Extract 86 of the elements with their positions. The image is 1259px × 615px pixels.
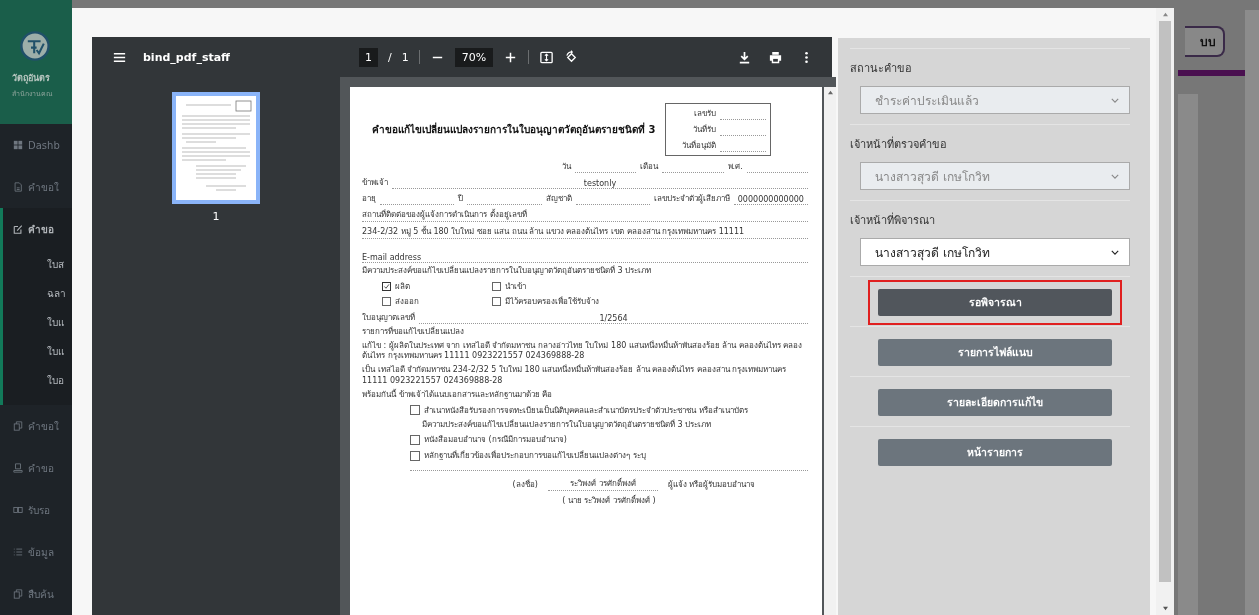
sidebar-item[interactable]: ข้อมูล (0, 531, 72, 573)
grid-icon (13, 140, 23, 150)
form-text: มีความประสงค์ขอแก้ไขเปลี่ยนแปลงรายการในใบอนุญาตวัตถุอันตรายชนิดที่ 3 ประเภท (422, 419, 712, 431)
form-text: มีความประสงค์ขอแก้ไขเปลี่ยนแปลงรายการในใบอนุญาตวัตถุอันตรายชนิดที่ 3 ประเภท (362, 266, 652, 277)
checkbox-label: หนังสือมอบอำนาจ (กรณีมีการมอบอำนาจ) (424, 434, 567, 447)
scrollbar[interactable] (1156, 8, 1174, 615)
fit-page-icon[interactable] (539, 49, 555, 65)
file-name: bind_pdf_staff (143, 50, 232, 64)
scrollbar[interactable] (824, 87, 836, 615)
page-count: 1 (401, 50, 409, 64)
sidebar-item[interactable]: คำขอใ (0, 405, 72, 447)
action-button[interactable]: รอพิจารณา (878, 289, 1112, 316)
checkbox-label: ส่งออก (395, 295, 419, 308)
form-label: ใบอนุญาตเลขที่ (362, 311, 415, 324)
action-button[interactable]: รายการไฟล์แนบ (878, 339, 1112, 366)
field-label: สถานะคำขอ (850, 61, 913, 77)
document-title: คำขอแก้ไขเปลี่ยนแปลงรายการในใบอนุญาตวัตถุอันตรายชนิดที่ 3 (372, 122, 656, 137)
action-button[interactable]: รายละเอียดการแก้ไข (878, 389, 1112, 416)
thumbnail-page-number: 1 (212, 210, 220, 223)
form-label: อายุ (362, 193, 376, 205)
receipt-label: วันที่อนุมัติ (681, 139, 717, 152)
form-label: พ.ศ. (727, 161, 743, 173)
checkbox-label: นำเข้า (505, 280, 526, 293)
scroll-up-icon[interactable] (826, 90, 834, 95)
form-label: ข้าพเจ้า (362, 177, 388, 189)
form-value: testonly (583, 179, 617, 188)
sidebar-subitem[interactable]: ใบแ (3, 308, 72, 337)
sidebar-item[interactable]: คำขอ (3, 208, 72, 250)
brand-title: วัตถุอันตร (12, 72, 51, 85)
form-text: 234-2/32 หมู่ 5 ชั้น 180 ใบใหม่ ซอย แสน ถนน ล้าน แขวง คลองต้นไทร เขต คลองสาน กรุงเทพมหานคร 11111 (362, 225, 745, 238)
download-icon[interactable] (737, 49, 752, 65)
page-separator: / (388, 50, 392, 64)
form-value: 0000000000000 (737, 195, 804, 204)
form-label: ปี (458, 193, 464, 205)
form-label: เลขประจำตัวผู้เสียภาษี (653, 193, 730, 205)
sidebar-item[interactable]: คำขอ (0, 447, 72, 489)
form-label: เดือน (640, 161, 659, 173)
sidebar-item[interactable]: สืบค้น (0, 573, 72, 615)
form-text: E-mail address (362, 253, 422, 262)
copy-icon (13, 589, 23, 599)
scroll-down-icon[interactable] (1161, 606, 1169, 611)
signer-name: ระวิพงศ์ วรศักดิ์พงศ์ (570, 477, 636, 491)
copy-icon (13, 421, 23, 431)
action-button[interactable]: หน้ารายการ (878, 439, 1112, 466)
checkbox-label: ผลิต (395, 280, 410, 293)
page-number-field[interactable]: 1 (359, 47, 378, 67)
checkbox-label: หลักฐานที่เกี่ยวข้องเพื่อประกอบการขอแก้ไขเปลี่ยนแปลงต่างๆ ระบุ (424, 449, 646, 463)
field-label: เจ้าหน้าที่ตรวจคำขอ (850, 135, 948, 153)
zoom-field[interactable]: 70% (454, 47, 494, 67)
chevron-down-icon (1111, 249, 1119, 255)
form-text: สถานที่ติดต่อของผู้แจ้งการดำเนินการ ตั้งอยู่เลขที่ (362, 208, 527, 221)
list-icon (13, 547, 23, 557)
sidebar-item[interactable]: รับรอ (0, 489, 72, 531)
signer-role: ผู้แจ้ง หรือผู้รับมอบอำนาจ (667, 479, 756, 492)
signature-label: (ลงชื่อ) (512, 478, 538, 492)
form-value: 1/2564 (599, 313, 628, 323)
select-field[interactable]: นางสาวสุวดี เกษโกวิท (860, 238, 1130, 266)
edit-icon (13, 224, 23, 234)
form-text: แก้ไข : ผู้ผลิตในประเทศ จาก เทสไอดี จำกัดมหาชน กลางอ่าวไทย ใบใหม่ 180 แสนหนึ่งหมื่นห้าพันสองร้อย ล้าน คลองต้นไทร คลองต้นไทร กรุงเทพมหานคร 11111 0923221557 024369888-28 (362, 340, 804, 363)
document-icon (13, 182, 23, 192)
sidebar-subitem[interactable]: ใบอ (3, 366, 72, 395)
receipt-label: วันที่รับ (692, 123, 717, 136)
form-text: เป็น เทสไอดี จำกัดมหาชน 234-2/32 5 ใบใหม่ 180 แสนหนึ่งหมื่นห้าพันสองร้อย ล้าน คลองต้นไทร คลองสาน กรุงเทพมหานคร 11111 0923221557 024369888-28 (362, 365, 788, 387)
logo-icon (19, 30, 51, 62)
checkbox-label: มีไว้ครอบครองเพื่อใช้รับจ้าง (505, 295, 599, 308)
checkbox-label: สำเนาหนังสือรับรองการจดทะเบียนเป็นนิติบุคคลและสำเนาบัตรประจำตัวประชาชน หรือสำเนาบัตร (424, 404, 748, 417)
stamp-icon (13, 463, 23, 473)
signer-full-name: ( นาย ระวิพงศ์ วรศักดิ์พงศ์ ) (562, 494, 656, 508)
form-text: รายการที่ขอแก้ไขเปลี่ยนแปลง (362, 326, 464, 338)
chevron-down-icon (1111, 173, 1119, 179)
scroll-up-icon[interactable] (1161, 12, 1169, 17)
header-button[interactable]: บบ (1185, 26, 1225, 57)
sidebar-subitem[interactable]: ใบส (3, 250, 72, 279)
field-label: เจ้าหน้าที่พิจารณา (850, 211, 936, 229)
form-label: สัญชาติ (545, 193, 572, 205)
sidebar-subitem[interactable]: ฉลา (3, 279, 72, 308)
sidebar-subitem[interactable]: ใบแ (3, 337, 72, 366)
receipt-label: เลขรับ (693, 108, 717, 120)
sidebar-item[interactable]: Dashb (0, 124, 72, 166)
sidebar-item[interactable]: คำขอใ (0, 166, 72, 208)
card-icon (13, 505, 23, 515)
form-text: พร้อมกันนี้ ข้าพเจ้าได้แนบเอกสารและหลักฐานมาด้วย คือ (362, 389, 553, 401)
chevron-down-icon (1111, 97, 1119, 103)
scrollbar[interactable] (1245, 10, 1259, 615)
print-icon[interactable] (768, 49, 783, 65)
form-label: วัน (562, 161, 571, 173)
